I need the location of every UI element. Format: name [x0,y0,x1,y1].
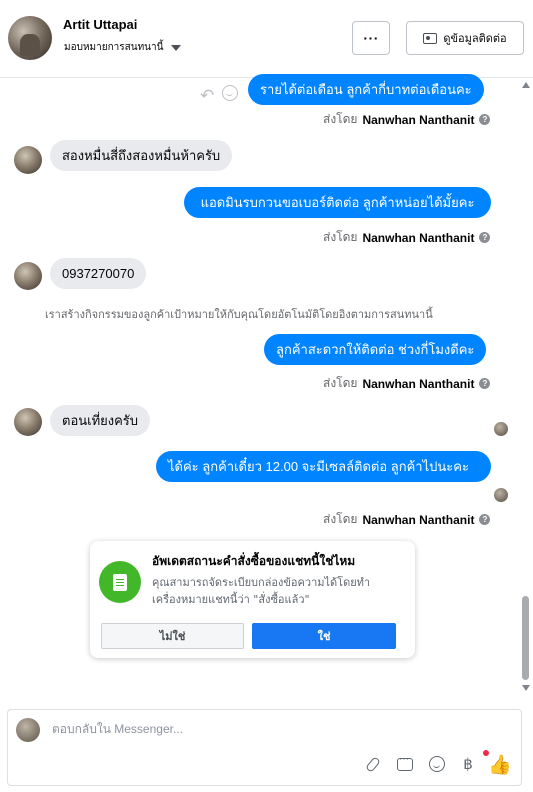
seen-receipt-avatar [494,488,508,502]
paperclip-icon[interactable] [362,753,384,775]
incoming-message[interactable]: สองหมื่นสี่ถึงสองหมื่นห้าครับ [50,140,233,171]
sent-by-label: ส่งโดย Nanwhan Nanthanit ? [323,110,491,129]
order-status-prompt: อัพเดตสถานะคำสั่งซื้อของแชทนี้ใช่ไหม คุณ… [90,541,415,658]
scroll-down-arrow-icon[interactable] [522,685,530,691]
baht-icon[interactable]: ฿ [457,753,479,775]
smile-icon[interactable] [222,85,238,101]
incoming-message[interactable]: ตอนเที่ยงครับ [50,405,151,436]
thread-scrollbar[interactable] [520,78,533,698]
order-prompt-description: คุณสามารถจัดระเบียบกล่องข้อความได้โดยทำเ… [152,576,371,606]
more-options-button[interactable]: ··· [352,21,390,55]
outgoing-message[interactable]: รายได้ต่อเดือน ลูกค้ากี่บาทต่อเดือนคะ [248,74,484,105]
order-prompt-title: อัพเดตสถานะคำสั่งซื้อของแชทนี้ใช่ไหม [152,554,356,568]
caret-down-icon [171,44,182,51]
sent-by-label: ส่งโดย Nanwhan Nanthanit ? [323,510,491,529]
sent-by-label: ส่งโดย Nanwhan Nanthanit ? [323,374,491,393]
contact-avatar-small [14,146,42,174]
lead-activity-notice: เราสร้างกิจกรรมของลูกค้าเป้าหมายให้กับคุ… [45,308,433,321]
reply-input[interactable] [52,722,492,736]
contact-avatar[interactable] [8,16,52,60]
outgoing-message[interactable]: แอดมินรบกวนขอเบอร์ติดต่อ ลูกค้าหน่อยได้ม… [184,187,491,218]
emoji-icon[interactable] [426,753,448,775]
seen-receipt-avatar [494,422,508,436]
help-icon[interactable]: ? [479,232,491,243]
contact-card-icon [423,32,438,44]
view-contact-label: ดูข้อมูลติดต่อ [443,32,507,45]
outgoing-message[interactable]: ลูกค้าสะดวกให้ติดต่อ ช่วงกี่โมงดีคะ [264,334,487,365]
decline-button[interactable]: ไม่ใช่ [101,623,244,649]
contact-name[interactable]: Artit Uttapai [63,17,137,32]
help-icon[interactable]: ? [479,114,491,125]
confirm-button[interactable]: ใช่ [252,623,396,649]
conversation-header: Artit Uttapai มอบหมายการสนทนานี้ ··· ดูข… [0,0,533,78]
outgoing-message[interactable]: ได้ค่ะ ลูกค้าเดี๋ยว 12.00 จะมีเซลล์ติดต่… [156,451,491,482]
contact-avatar-small [14,408,42,436]
sent-by-label: ส่งโดย Nanwhan Nanthanit ? [323,228,491,247]
scroll-up-arrow-icon[interactable] [522,82,530,88]
page-avatar [16,718,40,742]
contact-avatar-small [14,262,42,290]
reply-icon[interactable]: ↶ [200,86,214,106]
message-thread: ↶ รายได้ต่อเดือน ลูกค้ากี่บาทต่อเดือนคะ … [0,74,520,698]
thumbs-up-icon[interactable]: 👍 [488,753,512,776]
chat-bubble-icon[interactable] [394,753,416,775]
order-receipt-icon [99,561,141,603]
assign-label: มอบหมายการสนทนานี้ [64,42,164,53]
message-composer: ฿ 👍 [7,709,522,786]
help-icon[interactable]: ? [479,514,491,525]
scroll-thumb[interactable] [522,596,529,680]
assign-conversation-dropdown[interactable]: มอบหมายการสนทนานี้ [64,40,182,55]
view-contact-button[interactable]: ดูข้อมูลติดต่อ [406,21,524,55]
help-icon[interactable]: ? [479,378,491,389]
incoming-message[interactable]: 0937270070 [50,258,147,289]
